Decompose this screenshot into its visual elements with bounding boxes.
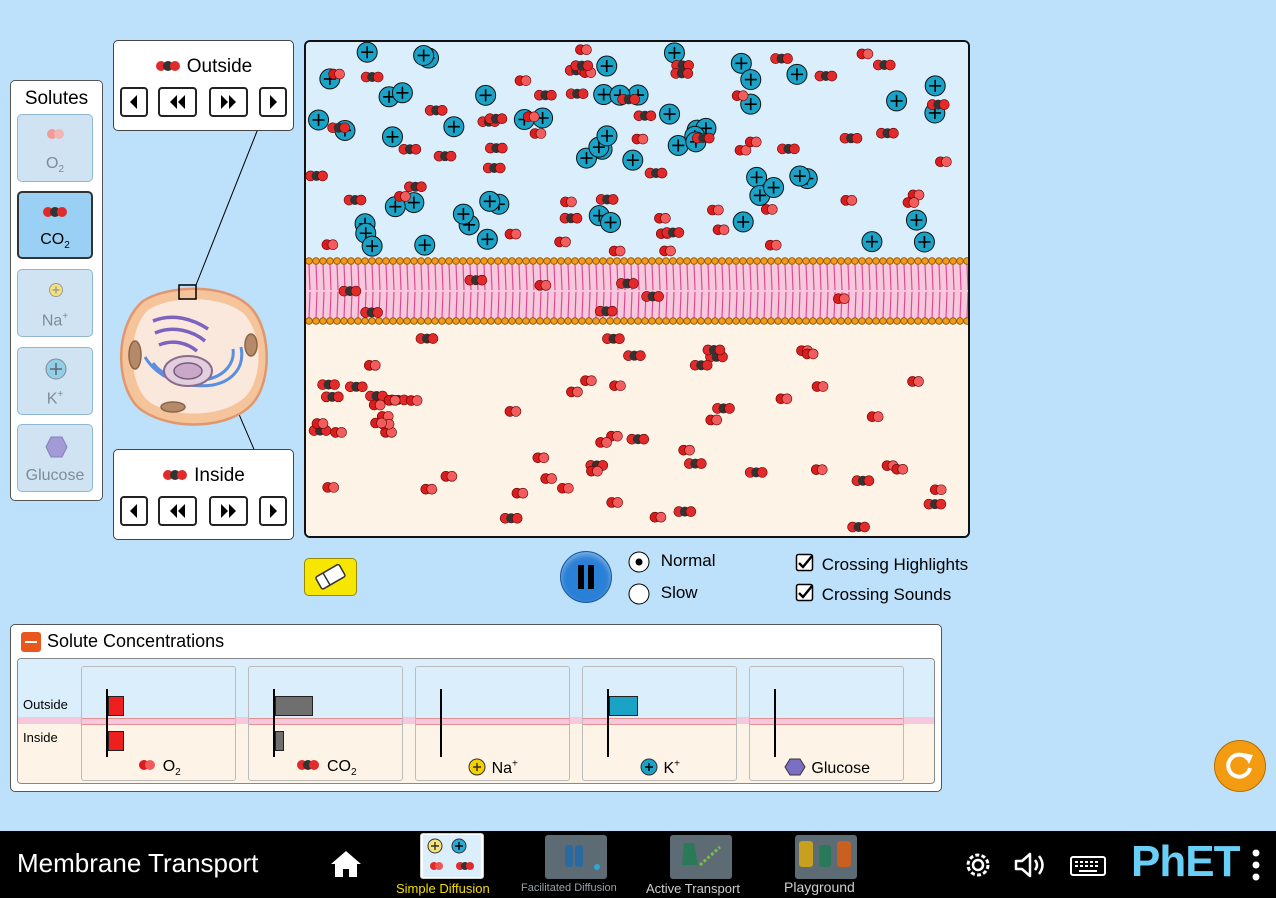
- concentration-box-k: K+: [582, 666, 737, 781]
- inside-remove-many-button[interactable]: [158, 496, 197, 526]
- eraser-icon: [315, 563, 346, 590]
- concentration-label: O2: [82, 758, 235, 778]
- more-options-icon[interactable]: [1249, 848, 1263, 882]
- tab-active-transport[interactable]: [670, 835, 732, 879]
- outside-concentration-bar: [609, 696, 638, 716]
- facilitated-diffusion-thumbnail-icon: [565, 845, 600, 870]
- concentration-label: CO2: [249, 758, 402, 778]
- collapse-button[interactable]: [21, 632, 41, 652]
- crossing-highlights-checkbox[interactable]: Crossing Highlights: [795, 553, 968, 575]
- concentration-box-glucose: Glucose: [749, 666, 904, 781]
- glucose-icon: [784, 758, 806, 776]
- speed-normal-label: Normal: [660, 551, 716, 571]
- arrow-right-icon: [270, 504, 277, 518]
- navigation-bar: Membrane Transport Simple Diffusion Faci…: [0, 831, 1276, 898]
- co2-molecule-icon: [155, 61, 180, 71]
- cell-illustration: [120, 284, 268, 426]
- checkbox-checked-icon: [795, 583, 814, 602]
- inside-panel-title: Inside: [194, 465, 245, 486]
- outside-remove-many-button[interactable]: [158, 87, 197, 117]
- tab-playground[interactable]: [795, 835, 857, 879]
- concentration-label: Glucose: [750, 758, 903, 778]
- co2-molecule-icon: [297, 759, 320, 770]
- co2-molecule-icon: [163, 470, 188, 480]
- tab-simple-diffusion[interactable]: [420, 833, 484, 879]
- double-arrow-right-icon: [221, 95, 236, 109]
- speed-slow-radio[interactable]: Slow: [628, 583, 698, 605]
- speed-normal-radio[interactable]: Normal: [628, 551, 716, 573]
- outside-add-many-button[interactable]: [209, 87, 248, 117]
- outside-remove-one-button[interactable]: [120, 87, 148, 117]
- tab-label-facilitated-diffusion[interactable]: Facilitated Diffusion: [521, 882, 617, 894]
- arrow-right-icon: [270, 95, 277, 109]
- crossing-sounds-label: Crossing Sounds: [821, 585, 952, 604]
- inside-remove-one-button[interactable]: [120, 496, 148, 526]
- tab-label-playground[interactable]: Playground: [784, 879, 855, 895]
- tab-label-active-transport[interactable]: Active Transport: [646, 881, 740, 896]
- outside-add-one-button[interactable]: [259, 87, 287, 117]
- reset-icon: [1226, 752, 1253, 779]
- active-transport-thumbnail-icon: [682, 843, 722, 867]
- arrow-left-icon: [130, 95, 137, 109]
- potassium-ion-icon: [640, 758, 658, 776]
- outside-concentration-bar: [108, 696, 124, 716]
- concentrations-title: Solute Concentrations: [47, 631, 225, 651]
- concentration-box-o: O2: [81, 666, 236, 781]
- arrow-left-icon: [130, 504, 137, 518]
- concentration-label: Na+: [416, 758, 569, 778]
- concentration-box-co: CO2: [248, 666, 403, 781]
- home-icon[interactable]: [329, 849, 363, 879]
- tab-label-simple-diffusion[interactable]: Simple Diffusion: [396, 881, 490, 896]
- speed-slow-label: Slow: [660, 583, 698, 603]
- settings-icon[interactable]: [962, 849, 994, 881]
- radio-selected-icon: [628, 551, 650, 573]
- double-arrow-right-icon: [221, 504, 236, 518]
- simulation-area[interactable]: [304, 40, 970, 538]
- outside-concentration-bar: [275, 696, 313, 716]
- double-arrow-left-icon: [170, 95, 185, 109]
- crossing-highlights-label: Crossing Highlights: [821, 555, 969, 574]
- double-arrow-left-icon: [170, 504, 185, 518]
- radio-unselected-icon: [628, 583, 650, 605]
- inside-control-panel: Inside: [113, 449, 294, 540]
- reset-all-button[interactable]: [1214, 740, 1266, 792]
- solute-concentrations-panel: Solute Concentrations Outside Inside O2 …: [10, 624, 942, 792]
- phet-logo[interactable]: PhET: [1131, 837, 1240, 887]
- inside-add-many-button[interactable]: [209, 496, 248, 526]
- outside-control-panel: Outside: [113, 40, 294, 131]
- oxygen-molecule-icon: [139, 759, 156, 770]
- sound-icon[interactable]: [1012, 849, 1050, 881]
- keyboard-icon[interactable]: [1068, 851, 1108, 879]
- concentration-box-na: Na+: [415, 666, 570, 781]
- clear-particles-button[interactable]: [304, 558, 357, 596]
- inside-row-label: Inside: [23, 730, 58, 745]
- outside-row-label: Outside: [23, 697, 68, 712]
- tab-facilitated-diffusion[interactable]: [545, 835, 607, 879]
- outside-panel-title: Outside: [186, 56, 253, 77]
- pause-icon: [578, 565, 594, 589]
- inside-add-one-button[interactable]: [259, 496, 287, 526]
- play-pause-button[interactable]: [560, 551, 612, 603]
- checkbox-checked-icon: [795, 553, 814, 572]
- particles-layer: [306, 42, 952, 533]
- playground-thumbnail-icon: [799, 841, 851, 867]
- crossing-sounds-checkbox[interactable]: Crossing Sounds: [795, 583, 951, 605]
- sodium-ion-icon: [468, 758, 486, 776]
- inside-concentration-bar: [108, 731, 124, 751]
- simple-diffusion-thumbnail-icon: [423, 835, 481, 877]
- concentration-label: K+: [583, 758, 736, 778]
- minus-icon: [25, 641, 37, 643]
- app-title: Membrane Transport: [17, 848, 259, 878]
- inside-concentration-bar: [275, 731, 284, 751]
